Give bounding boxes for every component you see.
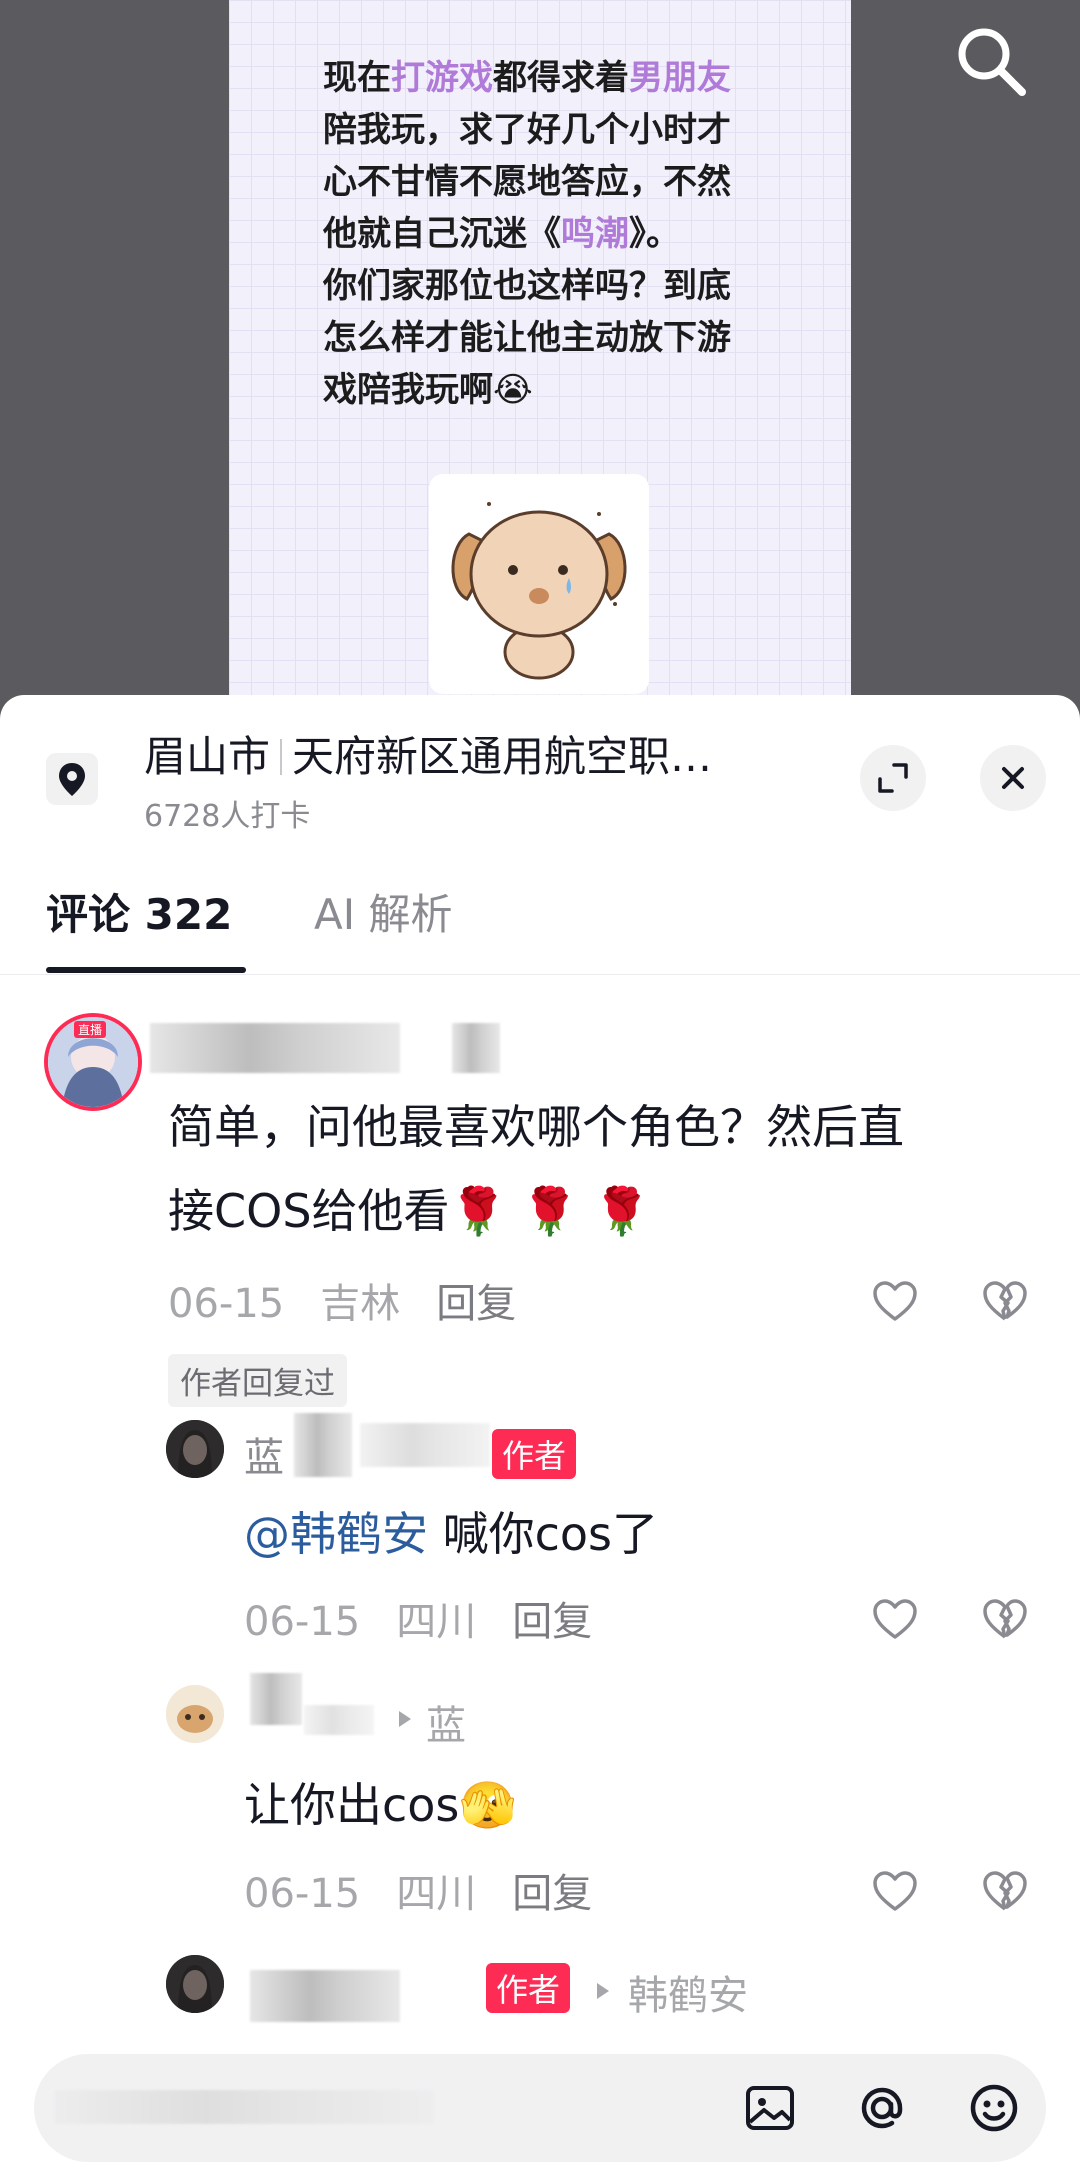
avatar[interactable] bbox=[166, 1955, 224, 2013]
reply-body: 喊你cos了 bbox=[428, 1507, 659, 1561]
close-button[interactable] bbox=[980, 745, 1046, 811]
like-heart-icon[interactable] bbox=[870, 1867, 920, 1917]
reply-text: @韩鹤安 喊你cos了 bbox=[244, 1492, 1044, 1576]
post-text: 现在打游戏都得求着男朋友 陪我玩，求了好几个小时才 心不甘情不愿地答应，不然 他… bbox=[323, 52, 763, 416]
post-text-segment: 现在 bbox=[323, 58, 391, 98]
user-tag-blurred bbox=[452, 1023, 500, 1073]
dislike-heart-icon[interactable] bbox=[980, 1867, 1030, 1917]
image-icon[interactable] bbox=[740, 2078, 800, 2138]
avatar-image bbox=[166, 1955, 224, 2013]
reply-date: 06-15 bbox=[244, 1871, 361, 1917]
close-icon bbox=[1002, 767, 1024, 789]
reply-text: 让你出cos🫣 bbox=[244, 1778, 517, 1832]
mention-link[interactable]: @韩鹤安 bbox=[244, 1507, 428, 1561]
username-blurred[interactable] bbox=[250, 1970, 400, 2022]
location-pin-icon bbox=[46, 753, 98, 805]
location-row[interactable]: 眉山市 天府新区通用航空职… 6728人打卡 bbox=[0, 695, 1080, 845]
reply-region: 四川 bbox=[396, 1871, 477, 1917]
username-blurred bbox=[360, 1423, 490, 1467]
reply-button[interactable]: 回复 bbox=[436, 1281, 516, 1327]
author-badge: 作者 bbox=[486, 1963, 571, 2013]
comment-sheet: 眉山市 天府新区通用航空职… 6728人打卡 评论 322 AI 解析 直播 简… bbox=[0, 695, 1080, 2172]
placeholder-blurred bbox=[54, 2090, 434, 2124]
comment-date: 06-15 bbox=[168, 1281, 285, 1327]
emoji-icon[interactable] bbox=[964, 2078, 1024, 2138]
tab-ai-analysis[interactable]: AI 解析 bbox=[314, 881, 452, 942]
like-heart-icon[interactable] bbox=[870, 1277, 920, 1327]
avatar[interactable] bbox=[166, 1685, 224, 1743]
reply-button[interactable]: 回复 bbox=[512, 1599, 592, 1645]
reply-meta: 06-15 四川 回复 bbox=[244, 1861, 628, 1919]
tab-bar: 评论 322 AI 解析 bbox=[0, 867, 1080, 975]
reply-date: 06-15 bbox=[244, 1599, 361, 1645]
post-text-highlight: 鸣潮 bbox=[561, 214, 629, 254]
post-text-highlight: 男朋友 bbox=[629, 58, 731, 98]
username-blurred[interactable] bbox=[150, 1023, 400, 1073]
post-text-highlight: 打游戏 bbox=[391, 58, 493, 98]
reply-arrow-icon bbox=[399, 1711, 411, 1727]
location-place: 天府新区通用航空职… bbox=[292, 732, 713, 781]
puppy-sticker-icon bbox=[451, 502, 627, 680]
avatar-image bbox=[166, 1420, 224, 1478]
avatar[interactable] bbox=[166, 1420, 224, 1478]
active-tab-indicator bbox=[46, 967, 246, 973]
username-visible[interactable]: 蓝 bbox=[244, 1425, 284, 1483]
username-blurred bbox=[304, 1705, 374, 1735]
username-blurred[interactable] bbox=[294, 1413, 352, 1477]
checkin-count: 6728人打卡 bbox=[144, 799, 311, 834]
search-icon bbox=[958, 28, 1026, 96]
comment-region: 吉林 bbox=[320, 1281, 401, 1327]
comment-text: 简单，问他最喜欢哪个角色？然后直 接COS给他看🌹 🌹 🌹 bbox=[168, 1100, 904, 1238]
reply-region: 四川 bbox=[396, 1599, 477, 1645]
comment-meta: 06-15 吉林 回复 bbox=[168, 1271, 552, 1329]
reply-meta: 06-15 四川 回复 bbox=[244, 1589, 628, 1647]
avatar-image bbox=[166, 1685, 224, 1743]
location-title[interactable]: 眉山市 天府新区通用航空职… bbox=[144, 723, 712, 784]
comment-input-bar[interactable] bbox=[34, 2054, 1046, 2162]
author-replied-tag: 作者回复过 bbox=[168, 1354, 347, 1407]
reply-arrow-icon bbox=[597, 1983, 609, 1999]
expand-button[interactable] bbox=[860, 745, 926, 811]
location-city: 眉山市 bbox=[144, 732, 271, 781]
at-icon[interactable] bbox=[852, 2078, 912, 2138]
post-text-segment: 都得求着 bbox=[493, 58, 629, 98]
username-blurred[interactable] bbox=[250, 1673, 302, 1725]
avatar[interactable]: 直播 bbox=[44, 1013, 142, 1111]
dislike-heart-icon[interactable] bbox=[980, 1277, 1030, 1327]
reply-to-user[interactable]: 韩鹤安 bbox=[628, 1963, 748, 2021]
reply-to-user[interactable]: 蓝 bbox=[426, 1693, 466, 1751]
search-button[interactable] bbox=[950, 20, 1032, 102]
tab-comments[interactable]: 评论 322 bbox=[46, 881, 232, 942]
reply-button[interactable]: 回复 bbox=[512, 1871, 592, 1917]
author-badge: 作者 bbox=[492, 1429, 577, 1479]
sticker-image bbox=[429, 474, 649, 694]
post-image[interactable]: 现在打游戏都得求着男朋友 陪我玩，求了好几个小时才 心不甘情不愿地答应，不然 他… bbox=[229, 0, 851, 720]
like-heart-icon[interactable] bbox=[870, 1595, 920, 1645]
location-separator bbox=[280, 739, 283, 775]
dislike-heart-icon[interactable] bbox=[980, 1595, 1030, 1645]
live-badge: 直播 bbox=[74, 1021, 107, 1038]
expand-icon bbox=[878, 763, 908, 793]
